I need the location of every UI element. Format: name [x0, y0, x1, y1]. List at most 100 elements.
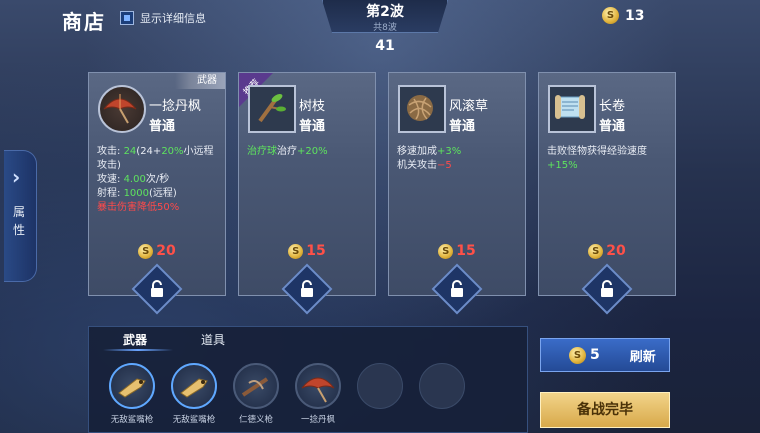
lock-icon [151, 280, 163, 297]
ready-button[interactable]: 备战完毕 [540, 392, 670, 428]
inventory-slot-1[interactable] [109, 363, 155, 409]
description-text: 4.00 [123, 174, 146, 185]
item-name: 树枝 [299, 99, 326, 114]
item-description: 攻击: 24(24+20%小远程攻击) 攻速: 4.00次/秒 射程: 1000(远… [97, 145, 219, 215]
crossbow-icon [241, 377, 269, 397]
tab-weapons[interactable]: 武器 [123, 331, 147, 348]
coin-icon: S [438, 243, 454, 259]
description-text: 移速加成 [397, 146, 437, 157]
description-line: 治疗球治疗+20% [247, 145, 369, 159]
inventory-slot-4[interactable] [295, 363, 341, 409]
slot-label: 无敌鲨嘴枪 [172, 415, 216, 425]
lock-icon [301, 280, 313, 297]
inventory-slot-2[interactable] [171, 363, 217, 409]
price-value: 15 [306, 243, 326, 259]
description-text: (远程) [149, 188, 177, 199]
weapon-badge: 武器 [175, 73, 225, 89]
attributes-tab[interactable]: › 属性 [4, 150, 37, 282]
attributes-label: 属性 [13, 205, 26, 237]
refresh-label: 刷新 [629, 349, 656, 365]
inventory-slot-5[interactable] [357, 363, 403, 409]
price-value: 15 [456, 243, 476, 259]
description-text: 机关攻击 [397, 160, 437, 171]
wave-total: 共8波 [373, 23, 397, 33]
description-text: +20% [297, 146, 328, 157]
item-price: S 15 [239, 243, 375, 259]
description-line: 射程: 1000(远程) [97, 187, 219, 201]
refresh-cost: 5 [590, 347, 600, 363]
slot-label: 无敌鲨嘴枪 [110, 415, 154, 425]
item-name: 风滚草 [449, 99, 489, 114]
lock-icon [601, 280, 613, 297]
lock-button[interactable] [281, 263, 333, 315]
show-details-label: 显示详细信息 [140, 12, 206, 25]
gold-amount: 13 [625, 7, 645, 24]
wave-indicator: 第2波 共8波 [322, 0, 448, 33]
tree-branch-icon [248, 85, 296, 133]
item-tier: 普通 [599, 119, 626, 134]
scroll-icon [548, 85, 596, 133]
lock-button[interactable] [581, 263, 633, 315]
description-text: 治疗 [277, 146, 297, 157]
item-tier: 普通 [449, 119, 476, 134]
item-price: S 20 [89, 243, 225, 259]
description-line: 暴击伤害降低50% [97, 201, 219, 215]
shop-card-4[interactable]: 长卷 普通 击败怪物获得经验速度 +15% S 20 [538, 72, 676, 315]
description-text: +15% [547, 160, 578, 171]
description-text: +3% [437, 146, 462, 157]
description-line: 攻击: 24(24+20%小远程攻击) [97, 145, 219, 173]
countdown-timer: 41 [375, 38, 395, 54]
slot-label: 仁德义枪 [238, 415, 273, 425]
item-name: 一捻丹枫 [149, 99, 202, 114]
shop-card-3[interactable]: 风滚草 普通 移速加成+3% 机关攻击−5 S 15 [388, 72, 526, 315]
show-details-toggle[interactable]: 显示详细信息 [120, 10, 206, 26]
description-line: 机关攻击−5 [397, 159, 519, 173]
coin-icon: S [588, 243, 604, 259]
item-description: 移速加成+3% 机关攻击−5 [397, 145, 519, 173]
item-tier: 普通 [149, 119, 176, 134]
coin-icon: S [138, 243, 154, 259]
item-price: S 20 [539, 243, 675, 259]
description-text: 次/秒 [145, 174, 170, 185]
inventory-slot-6[interactable] [419, 363, 465, 409]
item-price: S 15 [389, 243, 525, 259]
description-line: 攻速: 4.00次/秒 [97, 173, 219, 187]
shop-card-1[interactable]: 武器 一捻丹枫 普通 攻击: 24(24+20%小远程攻击) 攻速: 4.00次/… [88, 72, 226, 315]
description-text: 射程: [97, 188, 124, 199]
inventory-slot-3[interactable] [233, 363, 279, 409]
description-text: (24+ [136, 146, 162, 157]
chevron-right-icon: › [12, 165, 21, 189]
price-value: 20 [156, 243, 176, 259]
item-name: 长卷 [599, 99, 626, 114]
tab-items[interactable]: 道具 [201, 331, 225, 348]
description-text: 治疗球 [247, 146, 277, 157]
lock-icon [451, 280, 463, 297]
description-line: 移速加成+3% [397, 145, 519, 159]
description-text: 24 [123, 146, 137, 157]
gold-counter: S 13 [602, 7, 644, 24]
item-description: 治疗球治疗+20% [247, 145, 369, 159]
description-text: 攻速: [97, 174, 124, 185]
red-umbrella-icon [98, 85, 146, 133]
show-details-checkbox[interactable] [120, 11, 134, 25]
item-description: 击败怪物获得经验速度 +15% [547, 145, 669, 173]
shark-gun-icon [118, 378, 146, 398]
refresh-button[interactable]: S 5 刷新 [540, 338, 670, 372]
description-line: 击败怪物获得经验速度 +15% [547, 145, 669, 173]
shop-card-2[interactable]: 推荐 树枝 普通 治疗球治疗+20% S15 [238, 72, 376, 315]
coin-icon: S [288, 243, 304, 259]
inventory-panel: 武器 道具 无敌鲨嘴枪 无敌鲨嘴枪 仁德义枪 一捻丹枫 [88, 326, 528, 433]
description-text: 1000 [123, 188, 150, 199]
coin-icon: S [602, 7, 619, 24]
lock-button[interactable] [431, 263, 483, 315]
description-text: 攻击: [97, 146, 124, 157]
coin-icon: S [569, 346, 586, 364]
wave-title: 第2波 [366, 4, 404, 20]
item-tier: 普通 [299, 119, 326, 134]
description-text: 20% [161, 146, 184, 157]
price-value: 20 [606, 243, 626, 259]
active-tab-indicator [103, 349, 173, 351]
lock-button[interactable] [131, 263, 183, 315]
description-text: −5 [437, 160, 452, 171]
red-umbrella-icon [301, 377, 335, 403]
